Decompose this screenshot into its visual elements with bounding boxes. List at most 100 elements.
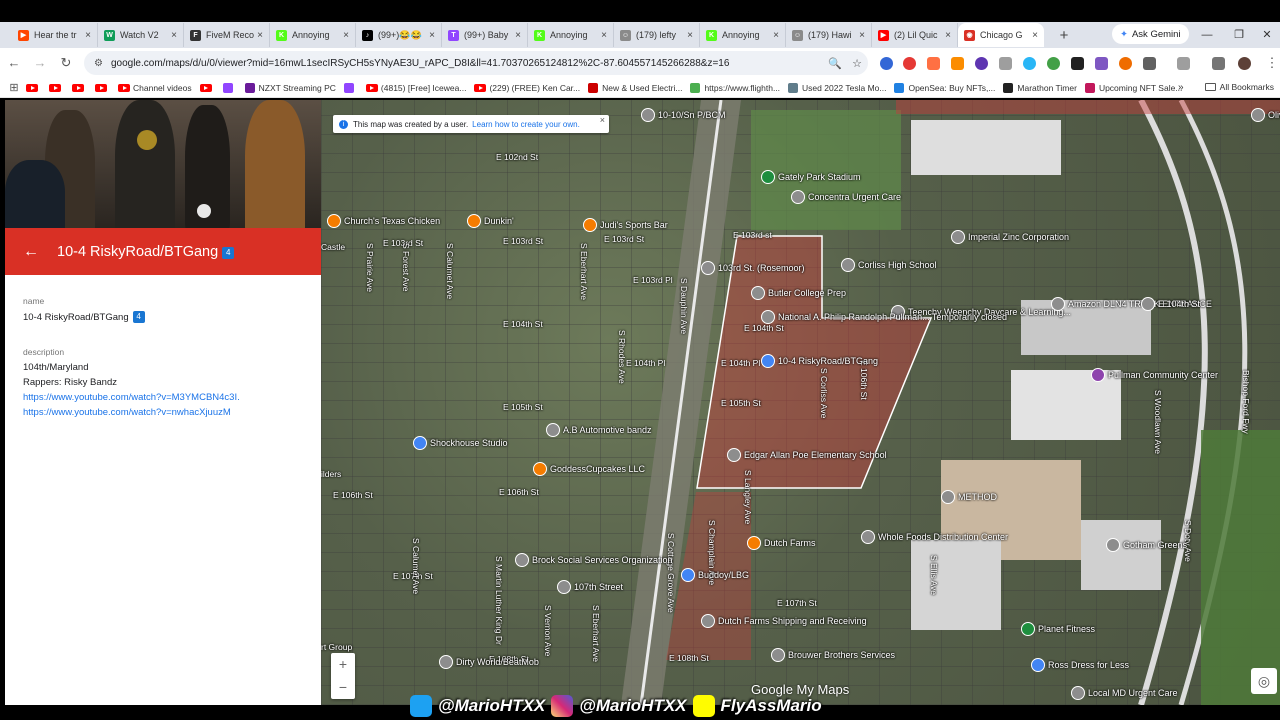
extensions-puzzle-icon[interactable]	[1143, 57, 1156, 70]
map-poi-marker[interactable]: 10-4 RiskyRoad/BTGang	[761, 354, 878, 368]
browser-tab[interactable]: ▶ Hear the tr ×	[12, 23, 98, 47]
tab-close-icon[interactable]: ×	[171, 30, 177, 41]
map-poi-marker[interactable]: 10-10/Sn P/BCM	[641, 108, 726, 122]
tab-close-icon[interactable]: ×	[859, 30, 865, 41]
youtube-link-2[interactable]: https://www.youtube.com/watch?v=nwhacXju…	[23, 405, 240, 420]
extension-icon-10[interactable]	[1095, 57, 1108, 70]
extension-icon-2[interactable]	[903, 57, 916, 70]
bookmark-item[interactable]	[95, 83, 110, 92]
menu-kebab-icon[interactable]: ⋮	[1260, 51, 1280, 75]
map-poi-marker[interactable]: Ross Dress for Less	[1031, 658, 1129, 672]
map-poi-marker[interactable]: Dutch Farms Shipping and Receiving	[701, 614, 867, 628]
map-poi-marker[interactable]: Judi's Sports Bar	[583, 218, 668, 232]
reload-icon[interactable]: ↻	[54, 51, 78, 75]
map-poi-marker[interactable]: Dutch Farms	[747, 536, 816, 550]
bookmark-item[interactable]: OpenSea: Buy NFTs,...	[894, 82, 995, 93]
sidepanel-icon[interactable]	[1177, 57, 1190, 70]
bookmark-item[interactable]	[343, 82, 358, 93]
map-poi-marker[interactable]: METHOD	[941, 490, 997, 504]
bookmark-item[interactable]: Upcoming NFT Sale...	[1084, 82, 1182, 93]
map-poi-marker[interactable]: Brock Social Services Organization	[515, 553, 673, 567]
tab-close-icon[interactable]: ×	[687, 30, 693, 41]
bookmarks-overflow-icon[interactable]: »	[1178, 82, 1184, 93]
bookmark-item[interactable]: https://www.flighth...	[690, 82, 780, 93]
tab-close-icon[interactable]: ×	[1032, 30, 1038, 41]
map-poi-marker[interactable]: Pullman Community Center	[1091, 368, 1218, 382]
map-poi-marker[interactable]: Shockhouse Studio	[413, 436, 508, 450]
bookmark-item[interactable]: New & Used Electri...	[588, 82, 682, 93]
map-poi-marker[interactable]: Church's Texas Chicken	[327, 214, 440, 228]
map-poi-marker[interactable]: Gately Park Stadium	[761, 170, 861, 184]
browser-tab[interactable]: ☺ (179) Hawi ×	[786, 23, 872, 47]
browser-tab[interactable]: ☺ (179) lefty ×	[614, 23, 700, 47]
ask-gemini-button[interactable]: ✦ Ask Gemini	[1112, 24, 1189, 44]
tab-close-icon[interactable]: ×	[945, 30, 951, 41]
map-poi-marker[interactable]: Concentra Urgent Care	[791, 190, 901, 204]
feature-photo[interactable]	[5, 100, 321, 228]
map-poi-marker[interactable]: 103rd St. (Rosemoor)	[701, 261, 805, 275]
extension-icon-9[interactable]	[1071, 57, 1084, 70]
back-arrow-icon[interactable]: ←	[5, 243, 57, 261]
tab-close-icon[interactable]: ×	[343, 30, 349, 41]
extension-icon-6[interactable]	[999, 57, 1012, 70]
map-poi-marker[interactable]: Dirty World/BeatMob	[439, 655, 539, 669]
map-poi-marker[interactable]: Brouwer Brothers Services	[771, 648, 895, 662]
downloads-icon[interactable]	[1212, 57, 1225, 70]
url-text[interactable]: google.com/maps/d/u/0/viewer?mid=16mwL1s…	[111, 58, 824, 69]
extension-icon-5[interactable]	[975, 57, 988, 70]
extension-icon-1[interactable]	[880, 57, 893, 70]
minimize-icon[interactable]: —	[1192, 22, 1222, 48]
map-poi-marker[interactable]: 107th Street	[557, 580, 623, 594]
learn-link[interactable]: Learn how to create your own.	[472, 120, 580, 129]
extension-icon-7[interactable]	[1023, 57, 1036, 70]
bookmark-item[interactable]: (229) (FREE) Ken Car...	[474, 83, 580, 93]
close-window-icon[interactable]: ✕	[1252, 22, 1280, 48]
map-poi-marker[interactable]: Planet Fitness	[1021, 622, 1095, 636]
map-poi-marker[interactable]: Butler College Prep	[751, 286, 846, 300]
forward-icon[interactable]: →	[28, 51, 52, 75]
map-poi-marker[interactable]: GoddessCupcakes LLC	[533, 462, 645, 476]
extension-icon-8[interactable]	[1047, 57, 1060, 70]
browser-tab[interactable]: ◉ Chicago G ×	[958, 23, 1044, 47]
bookmark-item[interactable]	[72, 83, 87, 92]
bookmark-item[interactable]	[199, 83, 215, 92]
new-tab-button[interactable]: +	[1054, 27, 1074, 44]
zoom-out-button[interactable]: −	[331, 676, 355, 699]
browser-tab[interactable]: K Annoying ×	[700, 23, 786, 47]
map-poi-marker[interactable]: Buddoy/LBG	[681, 568, 749, 582]
all-bookmarks-button[interactable]: All Bookmarks	[1204, 82, 1274, 92]
bookmark-item[interactable]: Marathon Timer	[1003, 82, 1077, 93]
bookmark-star-icon[interactable]: ☆	[846, 57, 868, 70]
browser-tab[interactable]: T (99+) Baby ×	[442, 23, 528, 47]
back-icon[interactable]: ←	[2, 51, 26, 75]
map-poi-marker[interactable]: A.B Automotive bandz	[546, 423, 652, 437]
bookmark-item[interactable]	[49, 83, 64, 92]
youtube-link-1[interactable]: https://www.youtube.com/watch?v=M3YMCBN4…	[23, 390, 240, 405]
map-poi-marker[interactable]: Dunkin'	[467, 214, 514, 228]
bookmark-item[interactable]	[26, 83, 41, 92]
map-poi-marker[interactable]: Local MD Urgent Care	[1071, 686, 1178, 700]
map-canvas[interactable]: i This map was created by a user. Learn …	[321, 100, 1280, 705]
bookmark-item[interactable]: Used 2022 Tesla Mo...	[788, 82, 886, 93]
map-poi-marker[interactable]: Olive-Ha	[1251, 108, 1280, 122]
bookmark-item[interactable]	[222, 82, 237, 93]
map-poi-marker[interactable]: Imperial Zinc Corporation	[951, 230, 1069, 244]
address-bar[interactable]: ⚙ google.com/maps/d/u/0/viewer?mid=16mwL…	[84, 51, 868, 75]
my-location-button[interactable]: ◎	[1251, 668, 1277, 694]
browser-tab[interactable]: K Annoying ×	[528, 23, 614, 47]
extension-icon-3[interactable]	[927, 57, 940, 70]
extension-icon-11[interactable]	[1119, 57, 1132, 70]
tab-close-icon[interactable]: ×	[429, 30, 435, 41]
map-poi-marker[interactable]: E 104th St	[1141, 297, 1200, 311]
apps-grid-icon[interactable]: ⊞	[2, 76, 26, 100]
restore-icon[interactable]: ❐	[1224, 22, 1254, 48]
browser-tab[interactable]: W Watch V2 ×	[98, 23, 184, 47]
site-info-icon[interactable]: ⚙	[94, 58, 103, 69]
tab-close-icon[interactable]: ×	[515, 30, 521, 41]
map-poi-marker[interactable]: Corliss High School	[841, 258, 937, 272]
close-banner-icon[interactable]: ×	[600, 115, 605, 125]
browser-tab[interactable]: ♪ (99+)😂😂 ×	[356, 23, 442, 47]
bookmark-item[interactable]: NZXT Streaming PC	[244, 82, 336, 93]
tab-close-icon[interactable]: ×	[773, 30, 779, 41]
tab-close-icon[interactable]: ×	[601, 30, 607, 41]
